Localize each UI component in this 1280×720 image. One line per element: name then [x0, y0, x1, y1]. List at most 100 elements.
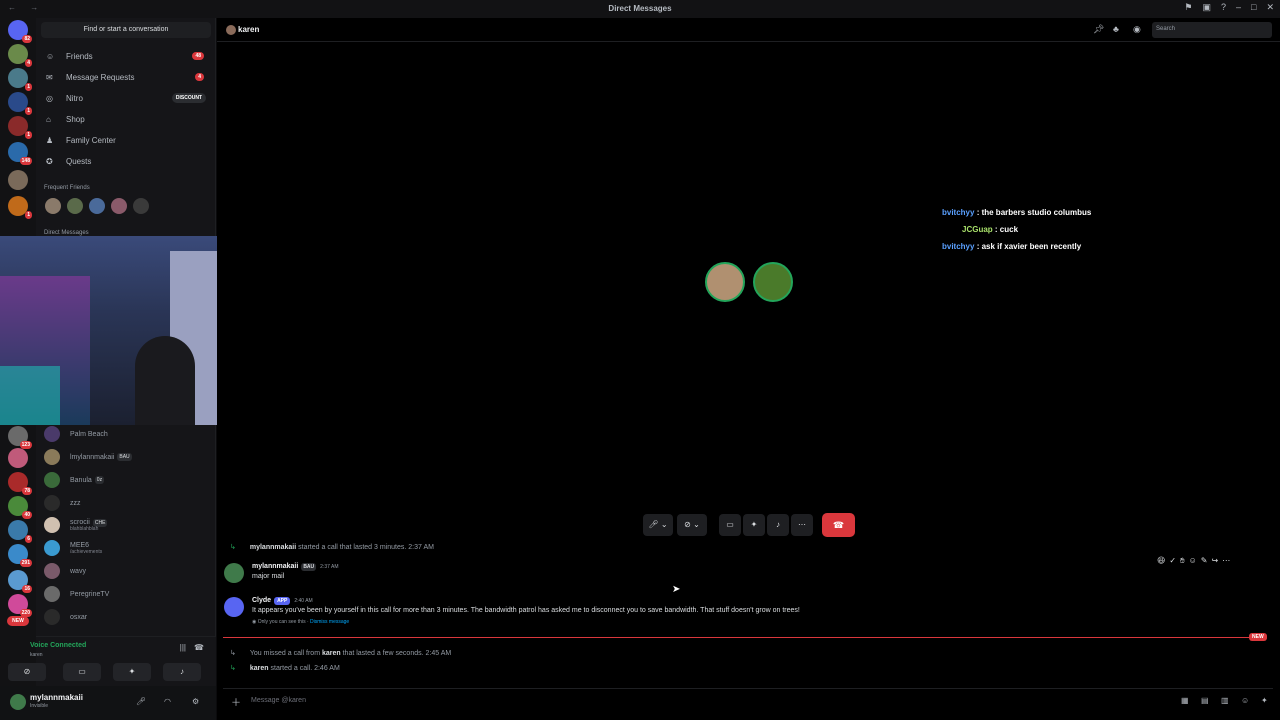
emoji-laugh-icon[interactable]: 😆︎: [1157, 556, 1165, 566]
message-input[interactable]: Message @karen: [251, 697, 306, 704]
channel-name[interactable]: karen: [238, 25, 259, 34]
soundboard-button[interactable]: ♪: [163, 663, 201, 681]
gift-icon[interactable]: ▦: [1181, 696, 1189, 705]
sticker-icon[interactable]: ▥: [1221, 696, 1229, 705]
server-icon[interactable]: 123: [8, 426, 32, 449]
dm-item[interactable]: scrocii CHE blahblahblah: [40, 515, 212, 535]
message-author[interactable]: mylannmakaii: [252, 563, 298, 570]
nav-family-center[interactable]: ♟ Family Center: [40, 131, 212, 149]
pin-icon[interactable]: 📌︎: [1093, 24, 1104, 35]
server-icon[interactable]: 1: [8, 116, 32, 139]
frequent-friend-avatar[interactable]: [67, 198, 83, 214]
avatar[interactable]: [10, 694, 26, 710]
server-icon[interactable]: 1: [8, 68, 32, 91]
reply-icon[interactable]: ↪: [1211, 556, 1218, 566]
server-icon[interactable]: 220: [8, 594, 32, 617]
microphone-icon[interactable]: 🎤︎: [136, 697, 146, 706]
server-icon[interactable]: 1: [8, 196, 32, 219]
dm-item[interactable]: wavy: [40, 561, 212, 581]
add-reaction-icon[interactable]: ☺: [1189, 556, 1197, 566]
mute-button[interactable]: 🎤︎ ⌄: [643, 514, 673, 536]
server-icon[interactable]: 78: [8, 472, 32, 495]
dm-item[interactable]: PeregrineTV: [40, 584, 212, 604]
inbox-icon[interactable]: ⚑: [1184, 2, 1192, 13]
screenshare-button[interactable]: ▭: [719, 514, 741, 536]
emoji-check-icon[interactable]: ✓: [1169, 556, 1176, 566]
dm-item[interactable]: Banula 0z: [40, 470, 212, 490]
timestamp: 2:37 AM: [320, 564, 339, 570]
server-icon[interactable]: [8, 170, 28, 190]
find-conversation-button[interactable]: Find or start a conversation: [41, 22, 211, 38]
hangup-button[interactable]: ☎: [822, 513, 855, 537]
frequent-friend-avatar[interactable]: [111, 198, 127, 214]
add-attachment-icon[interactable]: ＋: [231, 694, 241, 709]
nav-shop[interactable]: ⌂ Shop: [40, 110, 212, 128]
message-author[interactable]: karen: [322, 650, 341, 657]
dm-status: /achievements: [70, 548, 103, 555]
frequent-friend-avatar[interactable]: [133, 198, 149, 214]
minimize-icon[interactable]: –: [1236, 2, 1241, 13]
dm-item[interactable]: MEE6/achievements: [40, 538, 212, 558]
nav-nitro[interactable]: ◎ Nitro DISCOUNT: [40, 89, 212, 107]
message-author[interactable]: mylannmakaii: [250, 544, 296, 551]
apps-icon[interactable]: ✦: [1261, 696, 1268, 705]
server-icon[interactable]: 148: [8, 142, 32, 165]
camera-button[interactable]: ⊘ ⌄: [677, 514, 707, 536]
dm-item[interactable]: lmylannmakaii BAU: [40, 447, 212, 467]
activities-button[interactable]: ✦: [743, 514, 765, 536]
add-friend-icon[interactable]: ♣: [1113, 24, 1119, 34]
server-icon[interactable]: 1: [8, 92, 32, 115]
avatar: [44, 540, 60, 556]
chat-user: bvitchyy: [942, 208, 975, 217]
call-participant-avatar[interactable]: [705, 262, 745, 302]
avatar[interactable]: [224, 597, 244, 617]
server-icon[interactable]: 16: [8, 570, 32, 593]
settings-icon[interactable]: ⚙: [192, 697, 199, 706]
dm-item[interactable]: Palm Beach: [40, 424, 212, 444]
gif-icon[interactable]: ▤: [1201, 696, 1209, 705]
search-input[interactable]: Search: [1152, 22, 1272, 38]
activities-button[interactable]: ✦: [113, 663, 151, 681]
server-icon[interactable]: 40: [8, 496, 32, 519]
screenshare-button[interactable]: ▭: [63, 663, 101, 681]
help-icon[interactable]: ?: [1221, 2, 1226, 13]
more-icon[interactable]: ⋯: [1222, 556, 1230, 566]
message-author[interactable]: karen: [250, 665, 269, 672]
screen-icon[interactable]: ▣: [1202, 2, 1211, 13]
camera-toggle-button[interactable]: ⊘: [8, 663, 46, 681]
home-button[interactable]: 82: [8, 20, 32, 43]
headphones-icon[interactable]: ◠: [164, 697, 171, 706]
nav-message-requests[interactable]: ✉ Message Requests 4: [40, 68, 212, 86]
call-participant-avatar[interactable]: [753, 262, 793, 302]
avatar[interactable]: [224, 563, 244, 583]
emoji-wave-icon[interactable]: ✋︎: [1180, 556, 1185, 566]
guild-badge: 78: [22, 487, 32, 495]
server-icon[interactable]: [8, 448, 28, 468]
disconnect-icon[interactable]: ☎: [194, 643, 204, 652]
nav-friends[interactable]: ☺ Friends 48: [40, 47, 212, 65]
frequent-friend-avatar[interactable]: [45, 198, 61, 214]
edit-icon[interactable]: ✎: [1201, 556, 1208, 566]
dm-item[interactable]: osxar: [40, 607, 212, 627]
dismiss-link[interactable]: Dismiss message: [310, 619, 349, 625]
voice-signal-icon[interactable]: |||: [180, 643, 186, 652]
frequent-friend-avatar[interactable]: [89, 198, 105, 214]
server-icon[interactable]: 6: [8, 520, 32, 543]
user-tag: BAU: [301, 563, 317, 571]
new-servers-badge[interactable]: NEW: [7, 616, 29, 626]
dm-item[interactable]: zzz: [40, 493, 212, 513]
profile-icon[interactable]: ◉: [1133, 24, 1141, 35]
server-icon[interactable]: 291: [8, 544, 32, 567]
soundboard-button[interactable]: ♪: [767, 514, 789, 536]
dm-name: MEE6: [70, 541, 90, 549]
message-author[interactable]: Clyde: [252, 597, 271, 604]
maximize-icon[interactable]: □: [1251, 2, 1256, 13]
nav-quests[interactable]: ✪ Quests: [40, 152, 212, 170]
avatar: [44, 495, 60, 511]
more-button[interactable]: ⋯: [791, 514, 813, 536]
close-icon[interactable]: ✕: [1266, 2, 1274, 13]
nav-label: Shop: [66, 114, 85, 124]
username[interactable]: mylannmakaii: [30, 693, 83, 702]
server-icon[interactable]: 4: [8, 44, 32, 67]
emoji-icon[interactable]: ☺: [1241, 696, 1249, 705]
